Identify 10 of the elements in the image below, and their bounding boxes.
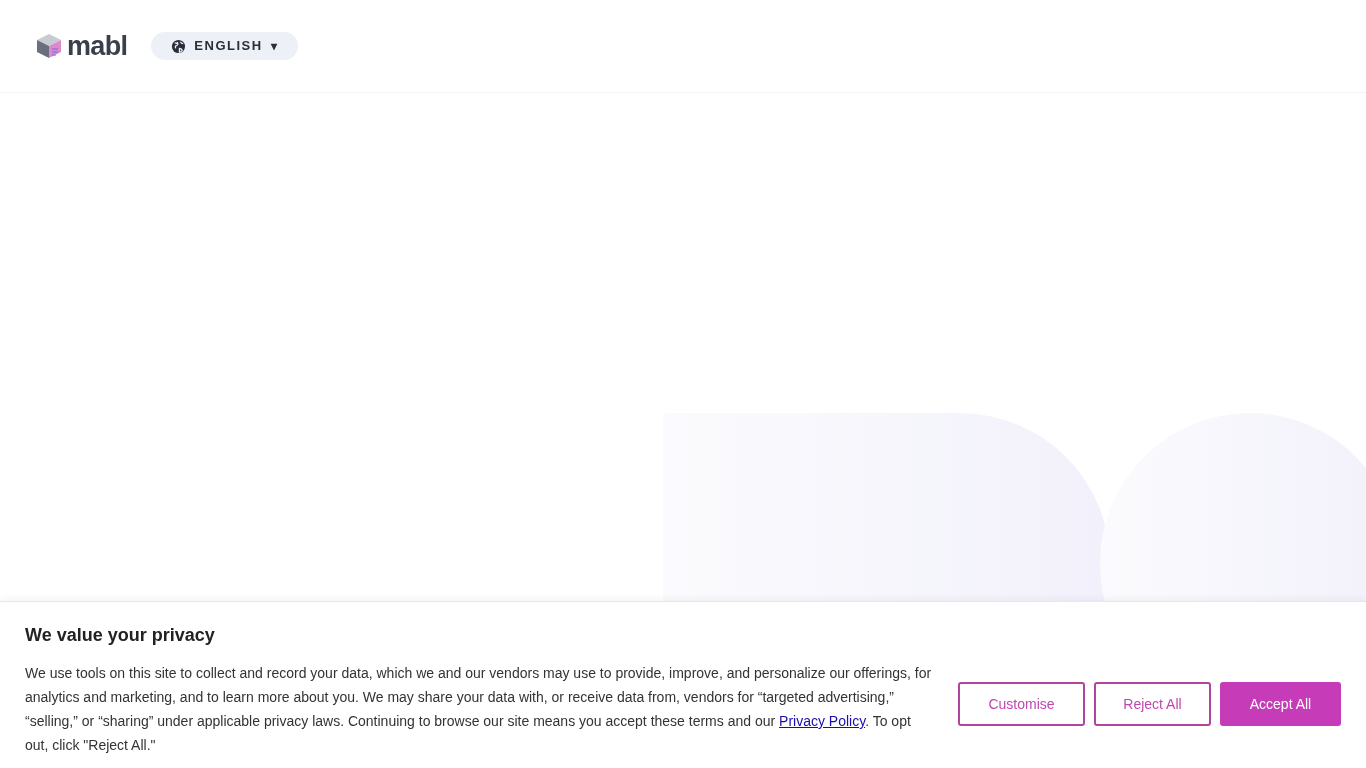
accept-button[interactable]: Accept All bbox=[1220, 682, 1341, 726]
customise-button[interactable]: Customise bbox=[958, 682, 1085, 726]
caret-icon: ▾ bbox=[270, 37, 279, 55]
globe-icon bbox=[171, 38, 187, 54]
banner-title: We value your privacy bbox=[25, 624, 216, 647]
logo-cube-icon bbox=[35, 32, 63, 60]
reject-button[interactable]: Reject All bbox=[1094, 682, 1211, 726]
logo-wordmark[interactable]: mabl bbox=[67, 32, 128, 60]
language-selector[interactable]: ENGLISH ▾ bbox=[151, 32, 299, 60]
banner-text: We use tools on this site to collect and record your data, which we and our vendors may use to provide, improve, and personalize our offerings, for analytics and marketing, and to learn more about you. We may share your data with, or receive data from, vendors for “targeted advertising,” “selling,” or “sharing” under applicable privacy laws. Continuing to browse our site means you accept these terms and our Privacy Policy. To opt out, click "Reject All." bbox=[25, 664, 933, 755]
